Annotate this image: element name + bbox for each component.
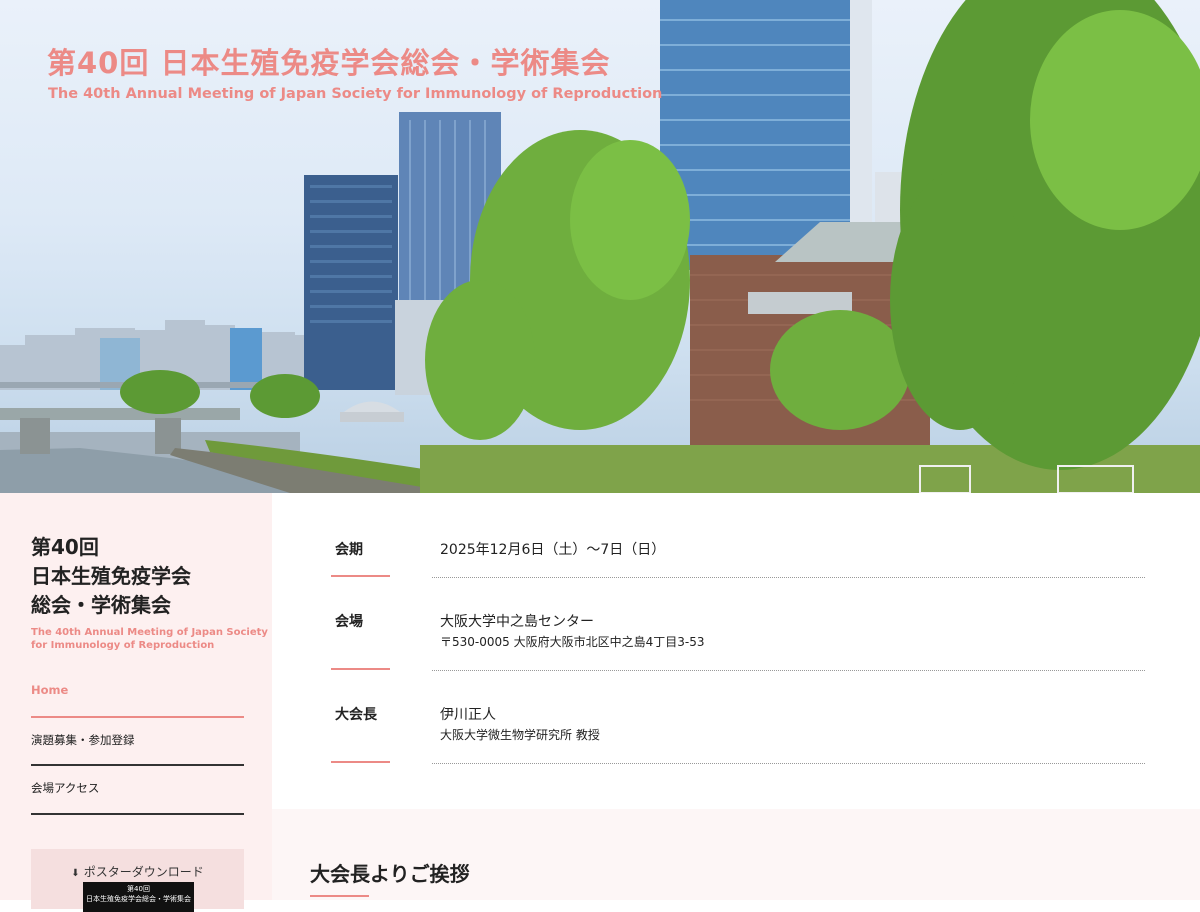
poster-thumb-line: 第40回 [127, 885, 150, 893]
row-divider [432, 670, 1145, 671]
row-divider [432, 763, 1145, 764]
info-label: 会期 [335, 542, 363, 558]
hero-title: 第40回 日本生殖免疫学会総会・学術集会 [47, 46, 611, 80]
nav-item-home[interactable]: Home [31, 669, 244, 718]
sidebar-title-line: 総会・学術集会 [31, 593, 171, 617]
hero-banner: 第40回 日本生殖免疫学会総会・学術集会 The 40th Annual Mee… [0, 0, 1200, 493]
meeting-info: 会期 2025年12月6日（土）〜7日（日） 会場 大阪大学中之島センター 〒5… [272, 493, 1200, 809]
greeting-underline [310, 895, 369, 897]
hero-subtitle: The 40th Annual Meeting of Japan Society… [48, 86, 663, 102]
info-label: 大会長 [335, 707, 377, 723]
label-underline [331, 761, 390, 763]
poster-thumb-line: 日本生殖免疫学会総会・学術集会 [86, 895, 191, 903]
nav-item-access[interactable]: 会場アクセス [31, 766, 244, 815]
row-divider [432, 577, 1145, 578]
sidebar-subtitle-line: for Immunology of Reproduction [31, 640, 215, 651]
sidebar-title: 第40回 日本生殖免疫学会 総会・学術集会 [31, 533, 251, 620]
poster-download-button[interactable]: ⬇ ポスターダウンロード 第40回 日本生殖免疫学会総会・学術集会 [31, 849, 244, 912]
nav-item-abstract-registration[interactable]: 演題募集・参加登録 [31, 718, 244, 766]
info-sub: 大阪大学微生物学研究所 教授 [440, 728, 600, 742]
info-value: 2025年12月6日（土）〜7日（日） [440, 542, 666, 558]
poster-download-label: ⬇ ポスターダウンロード [31, 863, 244, 880]
greeting-section: 大会長よりご挨拶 [272, 809, 1200, 900]
sidebar-title-line: 日本生殖免疫学会 [31, 564, 191, 588]
label-underline [331, 668, 390, 670]
info-value: 伊川正人 [440, 707, 496, 723]
sidebar-subtitle-line: The 40th Annual Meeting of Japan Society [31, 627, 268, 638]
download-icon: ⬇ [71, 868, 80, 879]
label-underline [331, 575, 390, 577]
info-value: 大阪大学中之島センター [440, 614, 594, 630]
poster-download-text: ポスターダウンロード [83, 865, 204, 879]
sidebar: 第40回 日本生殖免疫学会 総会・学術集会 The 40th Annual Me… [0, 493, 272, 912]
greeting-title: 大会長よりご挨拶 [310, 862, 470, 886]
poster-thumbnail[interactable]: 第40回 日本生殖免疫学会総会・学術集会 [83, 882, 194, 912]
info-label: 会場 [335, 614, 363, 630]
sidebar-subtitle: The 40th Annual Meeting of Japan Society… [31, 626, 268, 652]
sidebar-title-line: 第40回 [31, 535, 99, 559]
sidebar-nav: Home 演題募集・参加登録 会場アクセス [31, 669, 244, 815]
info-sub: 〒530-0005 大阪府大阪市北区中之島4丁目3-53 [440, 635, 705, 649]
